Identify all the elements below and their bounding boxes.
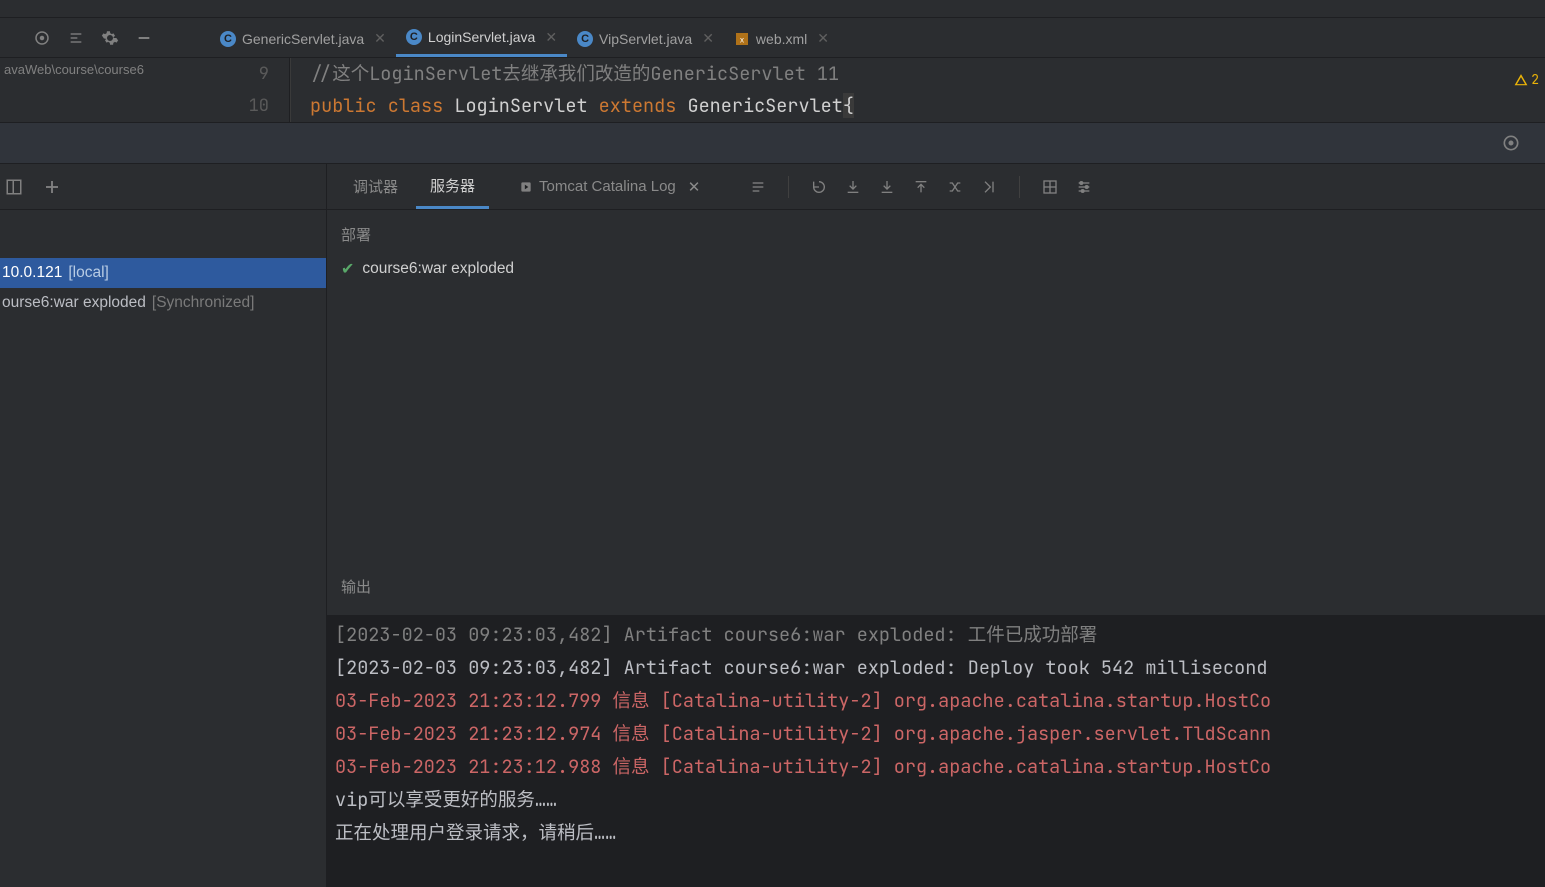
tab-vipservlet[interactable]: C VipServlet.java ✕: [567, 18, 724, 57]
check-ok-icon: ✔: [341, 259, 354, 279]
download-icon[interactable]: [843, 177, 863, 197]
tab-loginservlet[interactable]: C LoginServlet.java ✕: [396, 18, 567, 57]
gutter: 9 10: [202, 58, 290, 122]
breadcrumb[interactable]: avaWeb\course\course6: [0, 58, 202, 122]
output-heading: 输出: [341, 576, 1531, 597]
server-tree: 10.0.121 [local] ourse6:war exploded [Sy…: [0, 210, 326, 318]
settings-gear-icon[interactable]: [100, 28, 120, 48]
close-icon[interactable]: ✕: [545, 29, 557, 46]
console-line: [2023-02-03 09:23:03,482] Artifact cours…: [335, 651, 1537, 684]
close-icon[interactable]: ✕: [817, 30, 829, 47]
upload-icon[interactable]: [911, 177, 931, 197]
editor-tab-row: C GenericServlet.java ✕ C LoginServlet.j…: [0, 18, 1545, 58]
collapse-icon[interactable]: [134, 28, 154, 48]
layout-icon[interactable]: [4, 177, 24, 197]
tab-label: VipServlet.java: [599, 31, 692, 47]
console-line: 正在处理用户登录请求，请稍后……: [335, 816, 1537, 849]
deploy-section: 部署 ✔ course6:war exploded: [327, 210, 1545, 279]
run-tabs: 调试器 服务器 Tomcat Catalina Log ✕: [327, 164, 1545, 210]
tab-label: web.xml: [756, 31, 807, 47]
output-section: 输出: [327, 564, 1545, 615]
tab-server[interactable]: 服务器: [416, 165, 489, 209]
editor-content[interactable]: //这个LoginServlet去继承我们改造的GenericServlet 1…: [290, 58, 1545, 122]
close-icon[interactable]: ✕: [702, 30, 714, 47]
console-output[interactable]: [2023-02-03 09:23:03,482] Artifact cours…: [327, 615, 1545, 887]
line-number: 9: [202, 58, 269, 90]
tab-label: LoginServlet.java: [428, 29, 535, 45]
tab-catalina-log[interactable]: Tomcat Catalina Log ✕: [505, 168, 714, 206]
settings2-icon[interactable]: [1074, 177, 1094, 197]
tree-artifact[interactable]: ourse6:war exploded [Synchronized]: [0, 288, 326, 318]
download2-icon[interactable]: [877, 177, 897, 197]
tab-genericservlet[interactable]: C GenericServlet.java ✕: [210, 18, 396, 57]
xml-icon: x: [734, 31, 750, 47]
shuffle-icon[interactable]: [945, 177, 965, 197]
console-line: vip可以享受更好的服务……: [335, 783, 1537, 816]
tree-label: ourse6:war exploded: [2, 294, 146, 312]
code-area: avaWeb\course\course6 9 10 //这个LoginServ…: [0, 58, 1545, 122]
editor-tabs: C GenericServlet.java ✕ C LoginServlet.j…: [210, 18, 1545, 57]
console-line: [2023-02-03 09:23:03,482] Artifact cours…: [335, 618, 1537, 651]
select-target-icon[interactable]: [32, 28, 52, 48]
code-line: //这个LoginServlet去继承我们改造的GenericServlet 1…: [310, 58, 1545, 90]
top-toolbar: [0, 0, 1545, 18]
tree-suffix: [Synchronized]: [152, 294, 255, 312]
target-icon[interactable]: [1501, 133, 1521, 153]
close-icon[interactable]: ✕: [688, 178, 701, 196]
tab-label: GenericServlet.java: [242, 31, 364, 47]
line-number: 10: [202, 90, 269, 122]
class-icon: C: [220, 31, 236, 47]
mid-strip: [0, 122, 1545, 164]
tree-tomcat-server[interactable]: 10.0.121 [local]: [0, 258, 326, 288]
plus-icon[interactable]: [42, 177, 62, 197]
server-tree-panel: 10.0.121 [local] ourse6:war exploded [Sy…: [0, 164, 327, 887]
code-line: public class LoginServlet extends Generi…: [310, 90, 1545, 122]
console-line: 03-Feb-2023 21:23:12.988 信息 [Catalina-ut…: [335, 750, 1537, 783]
grid-icon[interactable]: [1040, 177, 1060, 197]
close-icon[interactable]: ✕: [374, 30, 386, 47]
tree-label: 10.0.121: [2, 264, 62, 282]
restart-icon[interactable]: [809, 177, 829, 197]
deploy-artifact-row[interactable]: ✔ course6:war exploded: [341, 259, 1531, 279]
tab-label: Tomcat Catalina Log: [539, 178, 676, 195]
tab-row-left-tools: [0, 18, 210, 57]
run-panel: 10.0.121 [local] ourse6:war exploded [Sy…: [0, 164, 1545, 887]
tab-webxml[interactable]: x web.xml ✕: [724, 18, 839, 57]
deploy-heading: 部署: [341, 224, 1531, 245]
left-toolbar: [0, 164, 326, 210]
soft-wrap-icon[interactable]: [748, 177, 768, 197]
console-line: 03-Feb-2023 21:23:12.974 信息 [Catalina-ut…: [335, 717, 1537, 750]
deploy-item-label: course6:war exploded: [362, 260, 514, 278]
step-icon[interactable]: [979, 177, 999, 197]
class-icon: C: [577, 31, 593, 47]
tree-suffix: [local]: [68, 264, 109, 282]
expand-all-icon[interactable]: [66, 28, 86, 48]
svg-text:x: x: [740, 35, 744, 44]
run-toolbar: [748, 176, 1094, 198]
console-line: 03-Feb-2023 21:23:12.799 信息 [Catalina-ut…: [335, 684, 1537, 717]
class-icon: C: [406, 29, 422, 45]
warn-count: 2: [1531, 64, 1539, 96]
warnings-badge[interactable]: 2: [1514, 64, 1539, 96]
tab-debugger[interactable]: 调试器: [339, 166, 412, 207]
server-output-panel: 调试器 服务器 Tomcat Catalina Log ✕: [327, 164, 1545, 887]
